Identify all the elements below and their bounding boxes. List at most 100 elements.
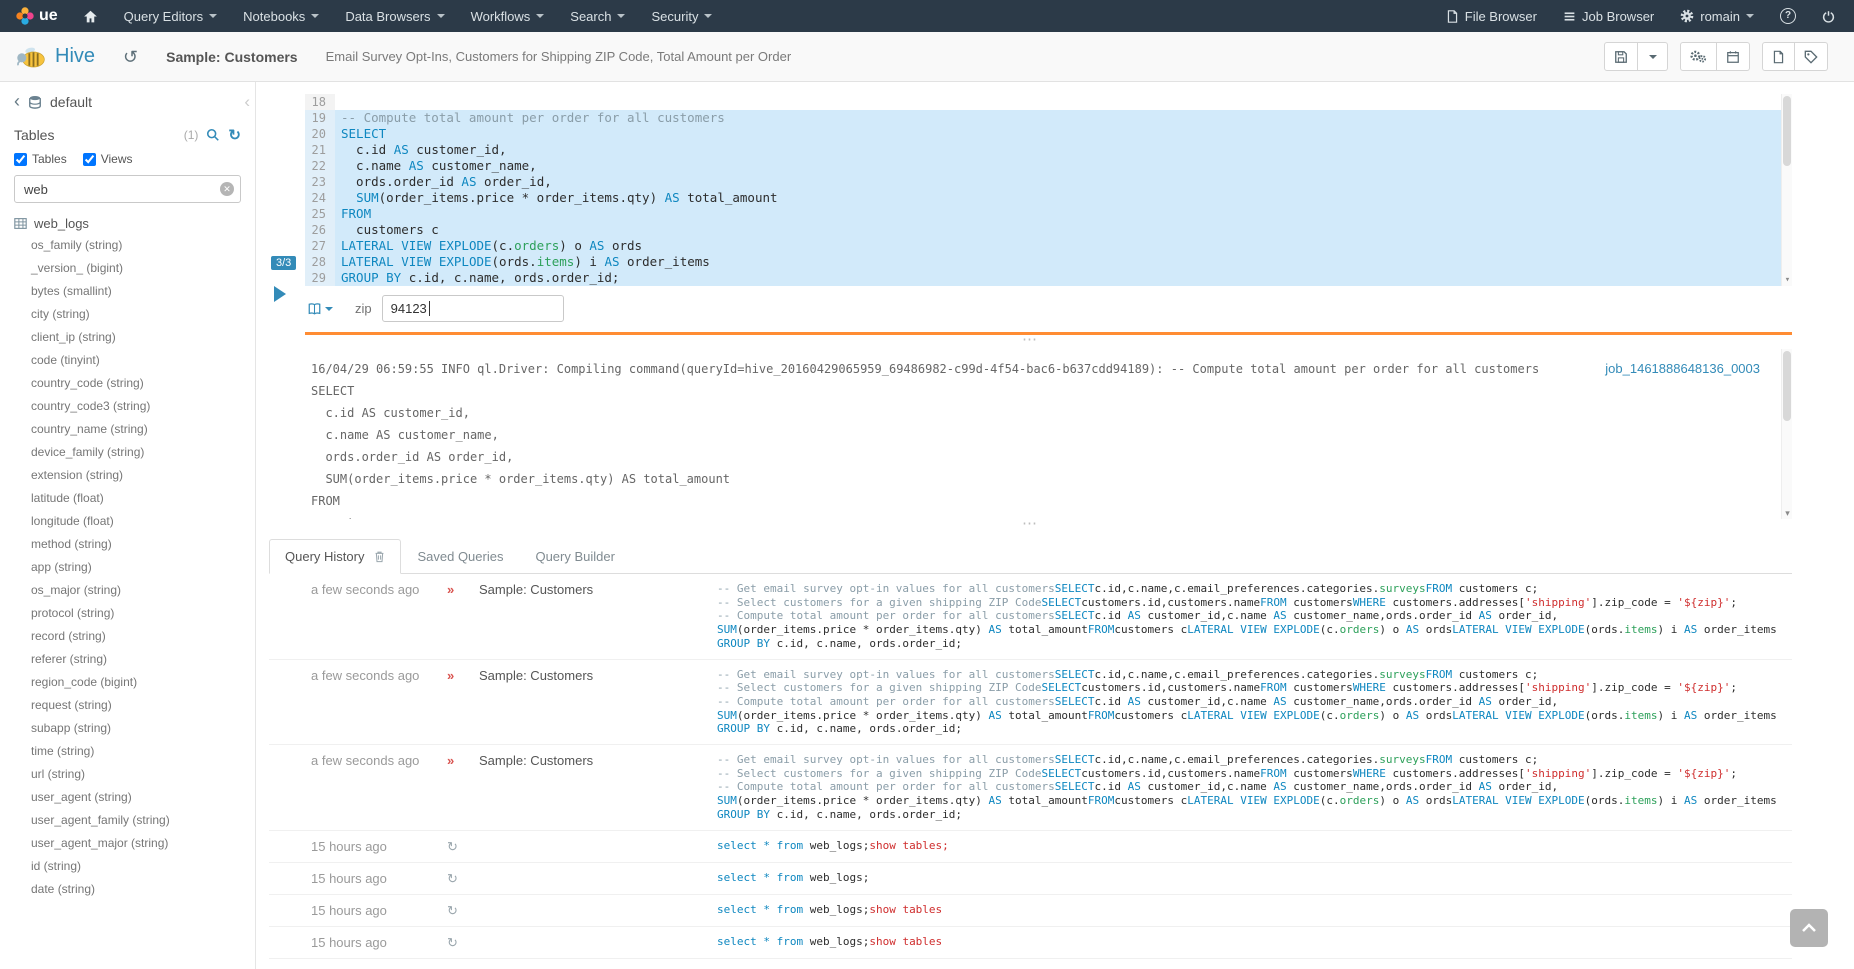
column-item[interactable]: os_family (string) (14, 234, 241, 257)
column-item[interactable]: id (string) (14, 855, 241, 878)
column-item[interactable]: _version_ (bigint) (14, 257, 241, 280)
hive-app-switcher[interactable]: Hive (16, 45, 95, 69)
column-item[interactable]: record (string) (14, 625, 241, 648)
tags-button[interactable] (1795, 42, 1828, 71)
column-item[interactable]: method (string) (14, 533, 241, 556)
column-item[interactable]: region_code (bigint) (14, 671, 241, 694)
job-browser-button[interactable]: Job Browser (1550, 0, 1667, 32)
column-item[interactable]: country_code3 (string) (14, 395, 241, 418)
menu-search[interactable]: Search (557, 0, 638, 32)
column-item[interactable]: bytes (smallint) (14, 280, 241, 303)
rerun-icon[interactable]: ↻ (447, 903, 479, 918)
settings-button[interactable] (1680, 42, 1717, 71)
help-button[interactable]: ? (1767, 0, 1809, 32)
editor-line[interactable]: 20SELECT (305, 126, 1792, 142)
resize-handle-top[interactable]: ⋯ (269, 335, 1792, 347)
rerun-icon[interactable]: ↻ (447, 839, 479, 854)
editor-line[interactable]: 26 customers c (305, 222, 1792, 238)
collapse-assist-icon[interactable]: ‹ (244, 92, 250, 112)
hue-logo[interactable]: ue (0, 0, 70, 32)
tab-query-builder[interactable]: Query Builder (519, 539, 630, 574)
logout-button[interactable] (1809, 0, 1848, 32)
editor-line[interactable]: 25FROM (305, 206, 1792, 222)
column-item[interactable]: protocol (string) (14, 602, 241, 625)
back-icon[interactable]: ‹ (14, 92, 20, 110)
history-row[interactable]: 15 hours ago↻select * from web_logs;show… (269, 959, 1792, 969)
home-button[interactable] (70, 0, 111, 32)
editor-line[interactable]: 28LATERAL VIEW EXPLODE(ords.items) i AS … (305, 254, 1792, 270)
column-item[interactable]: code (tinyint) (14, 349, 241, 372)
column-item[interactable]: longitude (float) (14, 510, 241, 533)
file-browser-button[interactable]: File Browser (1433, 0, 1550, 32)
column-item[interactable]: user_agent_family (string) (14, 809, 241, 832)
filter-tables-checkbox[interactable]: Tables (14, 152, 67, 166)
execute-button[interactable] (274, 286, 286, 302)
views-checkbox-input[interactable] (83, 153, 96, 166)
column-item[interactable]: date (string) (14, 878, 241, 901)
query-title[interactable]: Sample: Customers (166, 49, 297, 65)
editor-line[interactable]: 18 (305, 94, 1792, 110)
menu-query-editors[interactable]: Query Editors (111, 0, 230, 32)
filter-views-checkbox[interactable]: Views (83, 152, 133, 166)
column-item[interactable]: client_ip (string) (14, 326, 241, 349)
table-item-web-logs[interactable]: web_logs (14, 216, 241, 231)
history-row[interactable]: a few seconds ago»Sample: Customers-- Ge… (269, 745, 1792, 831)
save-dropdown-button[interactable] (1638, 42, 1668, 71)
menu-data-browsers[interactable]: Data Browsers (332, 0, 457, 32)
menu-workflows[interactable]: Workflows (458, 0, 558, 32)
column-item[interactable]: request (string) (14, 694, 241, 717)
insert-query-icon[interactable]: » (447, 753, 479, 822)
editor-line[interactable]: 29GROUP BY c.id, c.name, ords.order_id; (305, 270, 1792, 286)
editor-scrollbar[interactable]: ▾ (1781, 94, 1792, 286)
scroll-to-top-button[interactable] (1790, 909, 1828, 947)
scrollbar-thumb[interactable] (1783, 351, 1791, 421)
job-link[interactable]: job_1461888648136_0003 (1605, 361, 1760, 376)
tab-query-history[interactable]: Query History (269, 539, 401, 574)
rerun-icon[interactable]: ↻ (447, 871, 479, 886)
editor-line[interactable]: 27LATERAL VIEW EXPLODE(c.orders) o AS or… (305, 238, 1792, 254)
tab-saved-queries[interactable]: Saved Queries (401, 539, 519, 574)
sql-editor[interactable]: 1819-- Compute total amount per order fo… (305, 94, 1792, 286)
new-document-button[interactable] (1762, 42, 1795, 71)
resize-handle-bottom[interactable]: ⋯ (269, 519, 1792, 531)
column-item[interactable]: referer (string) (14, 648, 241, 671)
editor-line[interactable]: 21 c.id AS customer_id, (305, 142, 1792, 158)
menu-notebooks[interactable]: Notebooks (230, 0, 332, 32)
statement-counter-badge[interactable]: 3/3 (271, 256, 296, 270)
column-item[interactable]: os_major (string) (14, 579, 241, 602)
history-row[interactable]: a few seconds ago»Sample: Customers-- Ge… (269, 574, 1792, 660)
column-item[interactable]: extension (string) (14, 464, 241, 487)
tables-checkbox-input[interactable] (14, 153, 27, 166)
editor-line[interactable]: 22 c.name AS customer_name, (305, 158, 1792, 174)
scroll-down-icon[interactable]: ▾ (1782, 274, 1793, 286)
column-item[interactable]: latitude (float) (14, 487, 241, 510)
scroll-down-icon[interactable]: ▾ (1782, 507, 1792, 519)
schedule-button[interactable] (1717, 42, 1750, 71)
trash-icon[interactable] (374, 550, 385, 563)
table-search-input[interactable] (14, 175, 241, 203)
column-item[interactable]: city (string) (14, 303, 241, 326)
search-icon[interactable] (206, 128, 220, 142)
user-menu[interactable]: romain (1667, 0, 1767, 32)
column-item[interactable]: time (string) (14, 740, 241, 763)
documentation-button[interactable] (307, 302, 333, 316)
history-row[interactable]: 15 hours ago↻select * from web_logs;show… (269, 831, 1792, 863)
editor-line[interactable]: 19-- Compute total amount per order for … (305, 110, 1792, 126)
insert-query-icon[interactable]: » (447, 668, 479, 737)
rerun-icon[interactable]: ↻ (447, 935, 479, 950)
history-row[interactable]: 15 hours ago↻select * from web_logs;show… (269, 927, 1792, 959)
query-history-icon[interactable]: ↺ (123, 48, 138, 66)
column-item[interactable]: country_name (string) (14, 418, 241, 441)
column-item[interactable]: app (string) (14, 556, 241, 579)
variable-zip-input[interactable] (382, 295, 564, 322)
menu-security[interactable]: Security (638, 0, 725, 32)
column-item[interactable]: user_agent_major (string) (14, 832, 241, 855)
column-item[interactable]: user_agent (string) (14, 786, 241, 809)
column-item[interactable]: device_family (string) (14, 441, 241, 464)
editor-line[interactable]: 24 SUM(order_items.price * order_items.q… (305, 190, 1792, 206)
column-item[interactable]: subapp (string) (14, 717, 241, 740)
insert-query-icon[interactable]: » (447, 582, 479, 651)
column-item[interactable]: country_code (string) (14, 372, 241, 395)
log-scrollbar[interactable]: ▾ (1781, 349, 1792, 519)
history-row[interactable]: a few seconds ago»Sample: Customers-- Ge… (269, 660, 1792, 746)
